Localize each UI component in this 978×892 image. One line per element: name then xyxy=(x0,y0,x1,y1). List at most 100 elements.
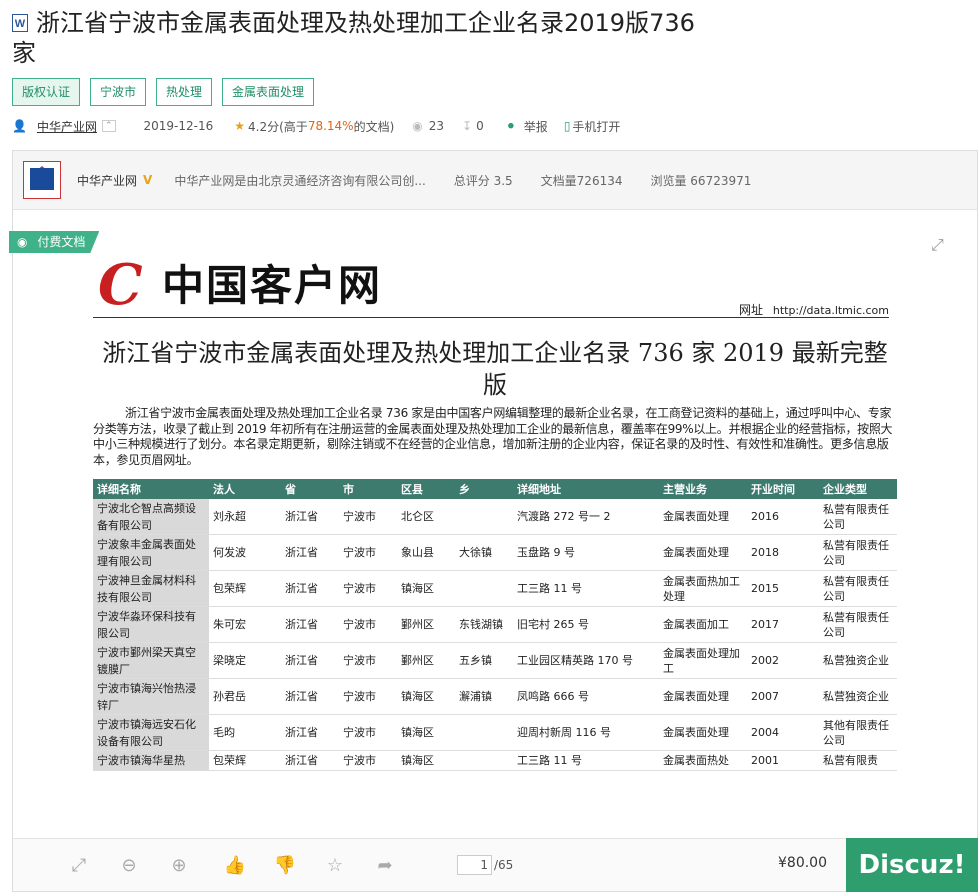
table-cell: 浙江省 xyxy=(281,499,339,535)
thumbs-up-icon[interactable]: 👍 xyxy=(223,855,247,876)
uploader-view-count: 浏览量 66723971 xyxy=(650,173,752,188)
share-icon[interactable]: ➦ xyxy=(373,855,397,876)
table-cell: 宁波市 xyxy=(339,678,397,715)
table-cell: 镇海区 xyxy=(397,570,455,607)
col-header: 区县 xyxy=(397,479,455,499)
table-cell: 金属表面处理加工 xyxy=(659,642,747,679)
table-cell: 凤鸣路 666 号 xyxy=(513,678,659,715)
download-count: 0 xyxy=(476,119,484,133)
paid-doc-label: 付费文档 xyxy=(37,235,86,249)
table-cell: 宁波神旦金属材料科技有限公司 xyxy=(93,570,209,607)
word-doc-icon: W xyxy=(12,14,28,32)
title-line-2: 家 xyxy=(12,39,36,67)
table-cell: 毛昀 xyxy=(209,714,281,751)
doc-meta-bar: 👤 中华产业网 ⌃ 2019-12-16 ★ 4.2分 (高于 78.14% 的… xyxy=(12,117,620,135)
table-cell: 宁波市 xyxy=(339,534,397,571)
report-link[interactable]: 举报 xyxy=(524,118,548,135)
table-cell: 澥浦镇 xyxy=(455,678,513,715)
table-cell: 孙君岳 xyxy=(209,678,281,715)
table-cell: 金属表面处理 xyxy=(659,678,747,715)
viewer-toolbar: ⤢ ⊖ ⊕ 👍 👎 ☆ ➦ 1 /65 ¥80.00 xyxy=(13,838,977,891)
uploader-doc-count: 文档量726134 xyxy=(540,173,623,188)
verified-v-icon: V xyxy=(143,173,153,187)
thumbs-down-icon[interactable]: 👎 xyxy=(273,855,297,876)
table-cell: 象山县 xyxy=(397,534,455,571)
chevron-up-icon[interactable]: ⌃ xyxy=(101,120,116,132)
uploader-logo[interactable] xyxy=(23,161,61,199)
table-cell: 浙江省 xyxy=(281,606,339,643)
table-cell: 鄞州区 xyxy=(397,606,455,643)
table-cell: 私营有限责任公司 xyxy=(819,606,897,643)
col-header: 开业时间 xyxy=(747,479,819,499)
table-cell: 宁波市 xyxy=(339,642,397,679)
col-header: 乡 xyxy=(455,479,513,499)
table-cell: 宁波市 xyxy=(339,499,397,535)
table-cell: 金属表面热处 xyxy=(659,750,747,771)
discuz-watermark: Discuz! xyxy=(846,838,978,892)
rating-note-suffix: 的文档) xyxy=(353,119,395,134)
uploader-bar: 中华产业网 V 中华产业网是由北京灵通经济咨询有限公司创... 总评分 3.5 … xyxy=(13,151,977,210)
table-cell: 梁晓定 xyxy=(209,642,281,679)
table-cell: 金属表面处理 xyxy=(659,714,747,751)
website-url: http://data.ltmic.com xyxy=(772,304,889,317)
website-label: 网址 xyxy=(739,303,764,317)
table-cell: 私营有限责任公司 xyxy=(819,499,897,535)
brand-logo: C 中国客户网 xyxy=(98,253,418,319)
shield-icon: ⚫ xyxy=(505,119,516,133)
table-cell: 镇海区 xyxy=(397,750,455,771)
title-area: W 浙江省宁波市金属表面处理及热处理加工企业名录2019版736 家 xyxy=(12,8,712,68)
view-count: 23 xyxy=(428,119,445,133)
table-cell: 包荣辉 xyxy=(209,750,281,771)
uploader-desc: 中华产业网是由北京灵通经济咨询有限公司创... xyxy=(174,173,426,188)
tag-copyright[interactable]: 版权认证 xyxy=(12,78,81,106)
tag-ningbo[interactable]: 宁波市 xyxy=(90,78,147,106)
table-cell: 金属表面热加工处理 xyxy=(659,570,747,607)
table-cell: 宁波市镇海华星热 xyxy=(93,750,209,771)
fullscreen-icon[interactable]: ⤢ xyxy=(931,237,947,253)
uploader-name[interactable]: 中华产业网 xyxy=(77,172,137,189)
star-icon: ★ xyxy=(234,119,246,133)
table-cell: 2017 xyxy=(747,606,819,643)
brand-name: 中国客户网 xyxy=(162,261,383,310)
rating-note-prefix: (高于 xyxy=(279,119,308,134)
table-cell: 2002 xyxy=(747,642,819,679)
table-cell: 东钱湖镇 xyxy=(455,606,513,643)
uploader-link[interactable]: 中华产业网 xyxy=(37,118,97,135)
tag-metal-surface[interactable]: 金属表面处理 xyxy=(222,78,315,106)
table-cell: 私营独资企业 xyxy=(819,678,897,715)
col-header: 主营业务 xyxy=(659,479,747,499)
table-cell: 工业园区精英路 170 号 xyxy=(513,642,659,679)
col-header: 详细名称 xyxy=(93,479,209,499)
table-row: 宁波华淼环保科技有限公司 朱可宏 浙江省 宁波市 鄞州区 东钱湖镇 旧宅村 265 号金属表… xyxy=(93,606,897,643)
table-row: 宁波市镇海兴怡热浸锌厂 孙君岳 浙江省 宁波市 镇海区 澥浦镇 凤鸣路 666 号金属表面处… xyxy=(93,678,897,715)
star-outline-icon[interactable]: ☆ xyxy=(323,855,347,876)
table-row: 宁波市鄞州梁天真空镀膜厂 梁晓定 浙江省 宁波市 鄞州区 五乡镇 工业园区精英路 170 号… xyxy=(93,642,897,679)
brand-mark: C xyxy=(98,252,143,318)
table-cell: 金属表面处理 xyxy=(659,499,747,535)
table-cell: 2004 xyxy=(747,714,819,751)
fullscreen-icon[interactable]: ⤢ xyxy=(67,855,91,876)
table-cell: 宁波市镇海兴怡热浸锌厂 xyxy=(93,678,209,715)
title-line-1: 浙江省宁波市金属表面处理及热处理加工企业名录2019版736 xyxy=(36,9,695,37)
col-header: 省 xyxy=(281,479,339,499)
phone-icon: ▯ xyxy=(563,119,571,133)
table-row: 宁波北仑智点高频设备有限公司 刘永超 浙江省 宁波市 北仑区 汽渡路 272 号一 2 金属… xyxy=(93,499,897,535)
table-cell: 浙江省 xyxy=(281,750,339,771)
table-cell: 工三路 11 号 xyxy=(513,570,659,607)
table-cell: 浙江省 xyxy=(281,534,339,571)
doc-intro: 浙江省宁波市金属表面处理及热处理加工企业名录 736 家是由中国客户网编辑整理的… xyxy=(93,406,893,467)
table-cell: 2018 xyxy=(747,534,819,571)
pager: 1 /65 xyxy=(457,855,513,875)
table-cell: 浙江省 xyxy=(281,570,339,607)
page-input[interactable]: 1 xyxy=(457,855,492,875)
table-cell: 私营有限责 xyxy=(819,750,897,771)
table-cell: 宁波象丰金属表面处理有限公司 xyxy=(93,534,209,571)
mobile-open-link[interactable]: 手机打开 xyxy=(572,118,620,135)
zoom-in-icon[interactable]: ⊕ xyxy=(167,855,191,876)
table-cell: 镇海区 xyxy=(397,678,455,715)
tag-heat-treatment[interactable]: 热处理 xyxy=(156,78,213,106)
table-cell: 宁波市 xyxy=(339,606,397,643)
table-cell: 浙江省 xyxy=(281,678,339,715)
table-cell: 刘永超 xyxy=(209,499,281,535)
zoom-out-icon[interactable]: ⊖ xyxy=(117,855,141,876)
